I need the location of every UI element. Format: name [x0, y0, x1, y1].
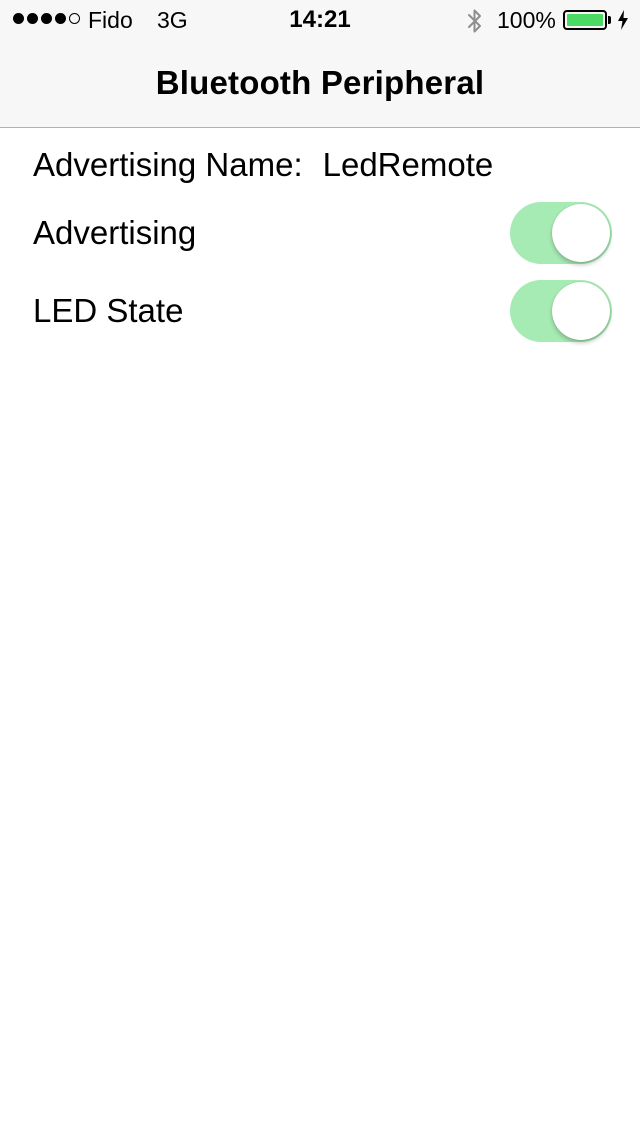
charging-bolt-icon: [618, 10, 628, 30]
battery-icon: [563, 10, 607, 30]
advertising-label: Advertising: [33, 214, 197, 251]
led-state-toggle[interactable]: [510, 280, 612, 342]
navigation-bar: Fido 3G 14:21 100% Bluetooth Peripheral: [0, 0, 640, 128]
battery-nub: [608, 16, 611, 24]
advertising-name-value: LedRemote: [322, 146, 494, 183]
advertising-toggle[interactable]: [510, 202, 612, 264]
battery-level-fill: [567, 14, 603, 26]
led-state-label: LED State: [33, 292, 184, 329]
battery-percent: 100%: [497, 7, 556, 33]
advertising-name-label: Advertising Name:: [33, 146, 303, 183]
toggle-knob: [552, 282, 610, 340]
bluetooth-icon: [468, 9, 481, 33]
toggle-knob: [552, 204, 610, 262]
advertising-name-row: Advertising Name: LedRemote: [33, 146, 493, 184]
page-title: Bluetooth Peripheral: [155, 64, 485, 101]
status-bar: Fido 3G 14:21 100%: [0, 0, 640, 40]
